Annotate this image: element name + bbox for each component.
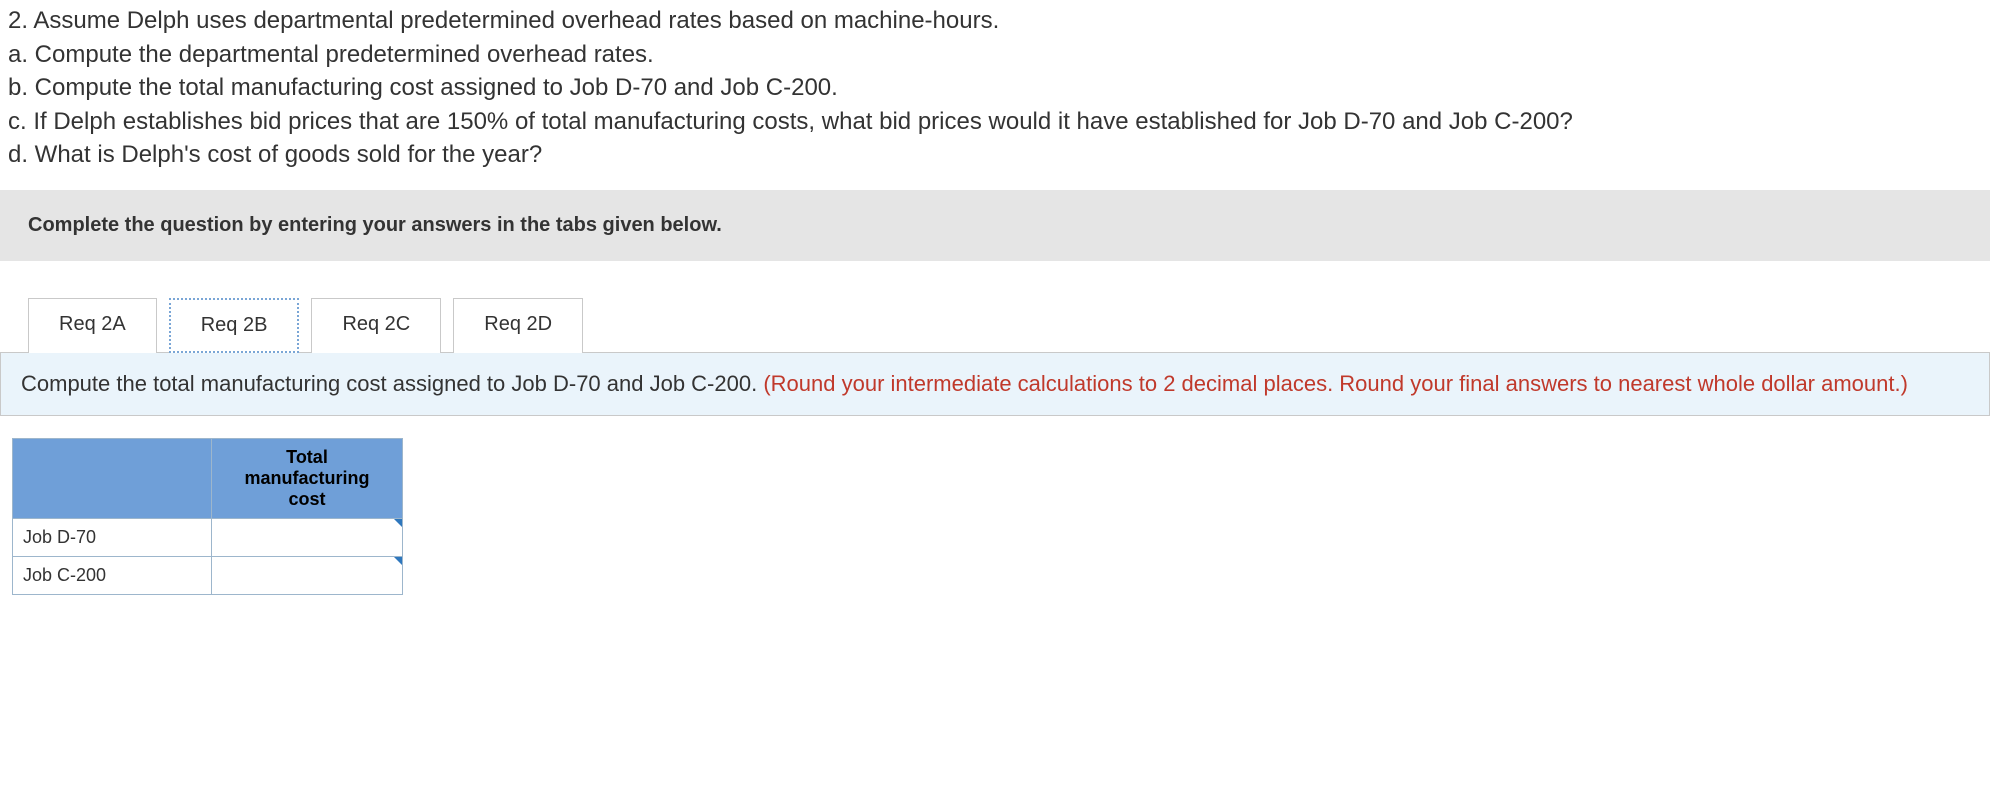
prompt-hint: (Round your intermediate calculations to… <box>763 371 1908 396</box>
table-corner <box>13 438 212 518</box>
tab-req-2d[interactable]: Req 2D <box>453 298 583 353</box>
table-row: Job C-200 <box>13 556 403 594</box>
table-header-total-mfg-cost: Total manufacturing cost <box>212 438 403 518</box>
instruction-bar: Complete the question by entering your a… <box>0 190 1990 261</box>
table-row: Job D-70 <box>13 518 403 556</box>
tab-prompt: Compute the total manufacturing cost ass… <box>0 353 1990 416</box>
tab-req-2a[interactable]: Req 2A <box>28 298 157 353</box>
tab-req-2b[interactable]: Req 2B <box>169 298 300 353</box>
question-part-c: c. If Delph establishes bid prices that … <box>8 105 1982 139</box>
tab-req-2c[interactable]: Req 2C <box>311 298 441 353</box>
question-part-d: d. What is Delph's cost of goods sold fo… <box>8 138 1982 172</box>
question-part-b: b. Compute the total manufacturing cost … <box>8 71 1982 105</box>
question-text: 2. Assume Delph uses departmental predet… <box>0 0 1990 176</box>
input-job-c200[interactable] <box>212 557 402 593</box>
instruction-text: Complete the question by entering your a… <box>28 214 722 236</box>
prompt-main: Compute the total manufacturing cost ass… <box>21 371 763 396</box>
input-cell-job-d70[interactable] <box>212 518 403 556</box>
question-part-a: a. Compute the departmental predetermine… <box>8 38 1982 72</box>
row-label-job-c200: Job C-200 <box>13 556 212 594</box>
input-job-d70[interactable] <box>212 519 402 555</box>
row-label-job-d70: Job D-70 <box>13 518 212 556</box>
answer-table: Total manufacturing cost Job D-70 Job C-… <box>12 438 403 595</box>
input-cell-job-c200[interactable] <box>212 556 403 594</box>
question-stem: 2. Assume Delph uses departmental predet… <box>8 4 1982 38</box>
tabs-row: Req 2A Req 2B Req 2C Req 2D <box>0 297 1990 353</box>
